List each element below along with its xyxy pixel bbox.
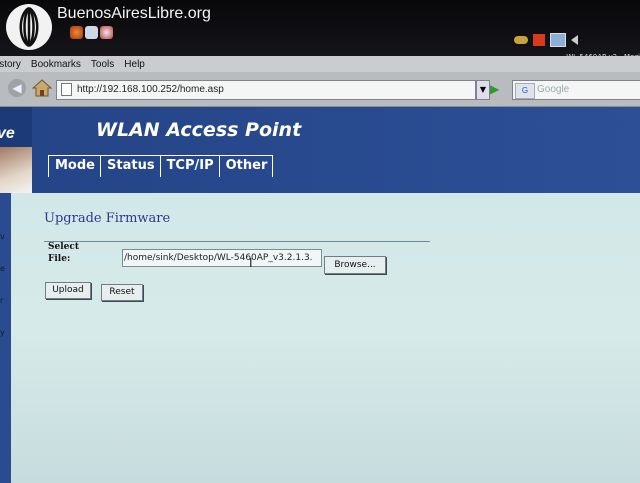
watermark-text: BuenosAiresLibre.org [57,5,211,22]
brand-logo-text: ve [0,125,15,142]
search-input[interactable]: G Google [512,80,640,100]
firmware-file-input[interactable]: /home/sink/Desktop/WL-5460AP_v3.2.1.3. [122,249,322,267]
address-text: http://192.168.100.252/home.asp [77,84,224,95]
firefox-launcher-icon[interactable] [70,26,83,39]
section-divider [44,241,430,242]
home-folder-launcher-icon[interactable] [85,26,98,39]
navigation-toolbar: ◀ http://192.168.100.252/home.asp ▼ ▶ GG… [0,72,640,107]
key-icon[interactable] [514,36,528,44]
reset-button[interactable]: Reset [101,284,143,301]
browse-button[interactable]: Browse... [324,256,386,274]
address-dropdown-button[interactable]: ▼ [476,80,490,100]
browser-menubar: istory Bookmarks Tools Help [0,56,640,72]
panel-launchers [70,26,113,39]
search-placeholder: Google [537,84,570,95]
menu-tools[interactable]: Tools [91,59,114,70]
header-photo [0,147,32,193]
update-notifier-icon[interactable] [533,34,545,46]
system-tray [514,33,578,47]
tab-mode[interactable]: Mode [48,155,100,177]
search-engine-icon[interactable]: G [515,83,535,99]
left-nav-item[interactable]: r [0,296,5,328]
section-title: Upgrade Firmware [44,211,171,226]
text-cursor-icon: I [249,256,253,270]
desktop-top-panel: BuenosAiresLibre.org WL-5460AP v2 - Mozi [0,0,640,61]
page-icon [61,82,72,96]
brand-corner: ve [0,107,32,193]
select-label: Select [48,242,80,252]
tab-tcpip[interactable]: TCP/IP [159,155,219,177]
chevron-down-icon: ▼ [479,85,487,94]
upload-button[interactable]: Upload [45,282,91,299]
file-label: File: [48,254,71,264]
page-title: WLAN Access Point [96,119,302,141]
left-nav-item[interactable]: v [0,232,5,264]
menu-help[interactable]: Help [124,59,145,70]
main-tabs: Mode Status TCP/IP Other [48,155,274,177]
menu-history[interactable]: istory [0,59,21,70]
back-arrow-icon: ◀ [12,81,22,95]
ap-header: ve WLAN Access Point Mode Status TCP/IP … [0,107,640,193]
home-icon [31,79,53,97]
left-nav-links: v e r y [0,232,5,360]
page-content: ve WLAN Access Point Mode Status TCP/IP … [0,107,640,483]
go-button[interactable]: ▶ [490,82,499,96]
left-nav-item[interactable]: e [0,264,5,296]
tab-status[interactable]: Status [100,155,160,177]
home-button[interactable] [31,78,53,98]
left-nav-item[interactable]: y [0,328,5,360]
go-arrow-icon: ▶ [490,82,500,96]
address-bar[interactable]: http://192.168.100.252/home.asp [56,80,476,100]
buenosaireslibre-logo [6,4,52,50]
back-button[interactable]: ◀ [8,79,26,97]
menu-bookmarks[interactable]: Bookmarks [31,59,81,70]
tab-other[interactable]: Other [218,155,274,177]
volume-icon[interactable] [571,35,578,45]
network-icon[interactable] [550,33,566,47]
settings-launcher-icon[interactable] [100,26,113,39]
